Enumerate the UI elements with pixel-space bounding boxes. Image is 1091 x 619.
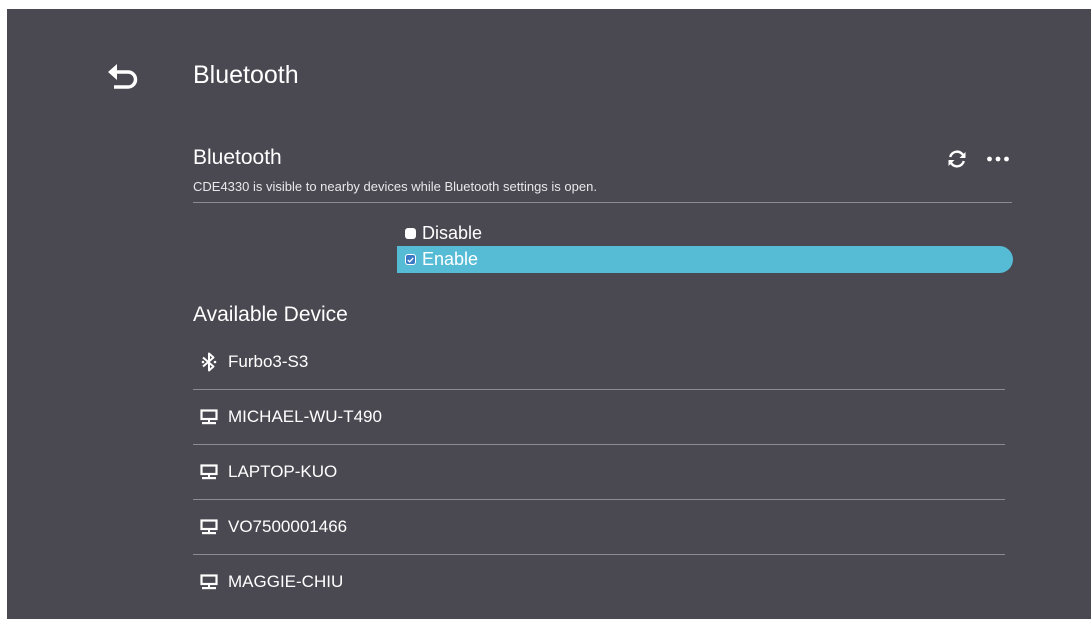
disable-option[interactable]: Disable <box>397 220 1013 247</box>
back-arrow-icon <box>108 64 138 89</box>
more-options-button[interactable] <box>983 146 1013 172</box>
visibility-description: CDE4330 is visible to nearby devices whi… <box>193 179 597 194</box>
refresh-button[interactable] <box>944 146 970 172</box>
computer-icon <box>199 517 219 537</box>
device-item-laptop-kuo[interactable]: LAPTOP-KUO <box>193 445 1005 500</box>
device-item-michael-wu-t490[interactable]: MICHAEL-WU-T490 <box>193 390 1005 445</box>
check-icon <box>406 255 415 264</box>
device-name: MAGGIE-CHIU <box>228 572 344 591</box>
bluetooth-section-title: Bluetooth <box>193 146 282 169</box>
computer-icon <box>199 462 219 482</box>
section-divider <box>193 202 1012 203</box>
enable-checkbox[interactable] <box>405 254 416 265</box>
bluetooth-icon <box>199 352 219 372</box>
computer-icon <box>199 572 219 592</box>
device-item-maggie-chiu[interactable]: MAGGIE-CHIU <box>193 555 1005 609</box>
page-title: Bluetooth <box>193 61 299 89</box>
bluetooth-settings-screen: Bluetooth Bluetooth CDE4330 is visible t… <box>7 9 1091 619</box>
device-name: MICHAEL-WU-T490 <box>228 407 382 426</box>
available-devices-title: Available Device <box>193 303 348 326</box>
device-name: VO7500001466 <box>228 517 348 536</box>
computer-icon <box>199 407 219 427</box>
device-list: Furbo3-S3 MICHAEL-WU-T490 LAPTOP-KUO VO7… <box>193 335 1005 609</box>
more-horizontal-icon <box>987 156 1009 162</box>
enable-label: Enable <box>422 249 479 269</box>
device-item-vo7500001466[interactable]: VO7500001466 <box>193 500 1005 555</box>
back-button[interactable] <box>103 57 143 97</box>
device-name: Furbo3-S3 <box>228 352 309 371</box>
disable-checkbox[interactable] <box>405 228 416 239</box>
device-name: LAPTOP-KUO <box>228 462 338 481</box>
refresh-icon <box>948 150 966 168</box>
device-item-furbo3-s3[interactable]: Furbo3-S3 <box>193 335 1005 390</box>
enable-option[interactable]: Enable <box>397 246 1013 273</box>
disable-label: Disable <box>422 223 483 243</box>
